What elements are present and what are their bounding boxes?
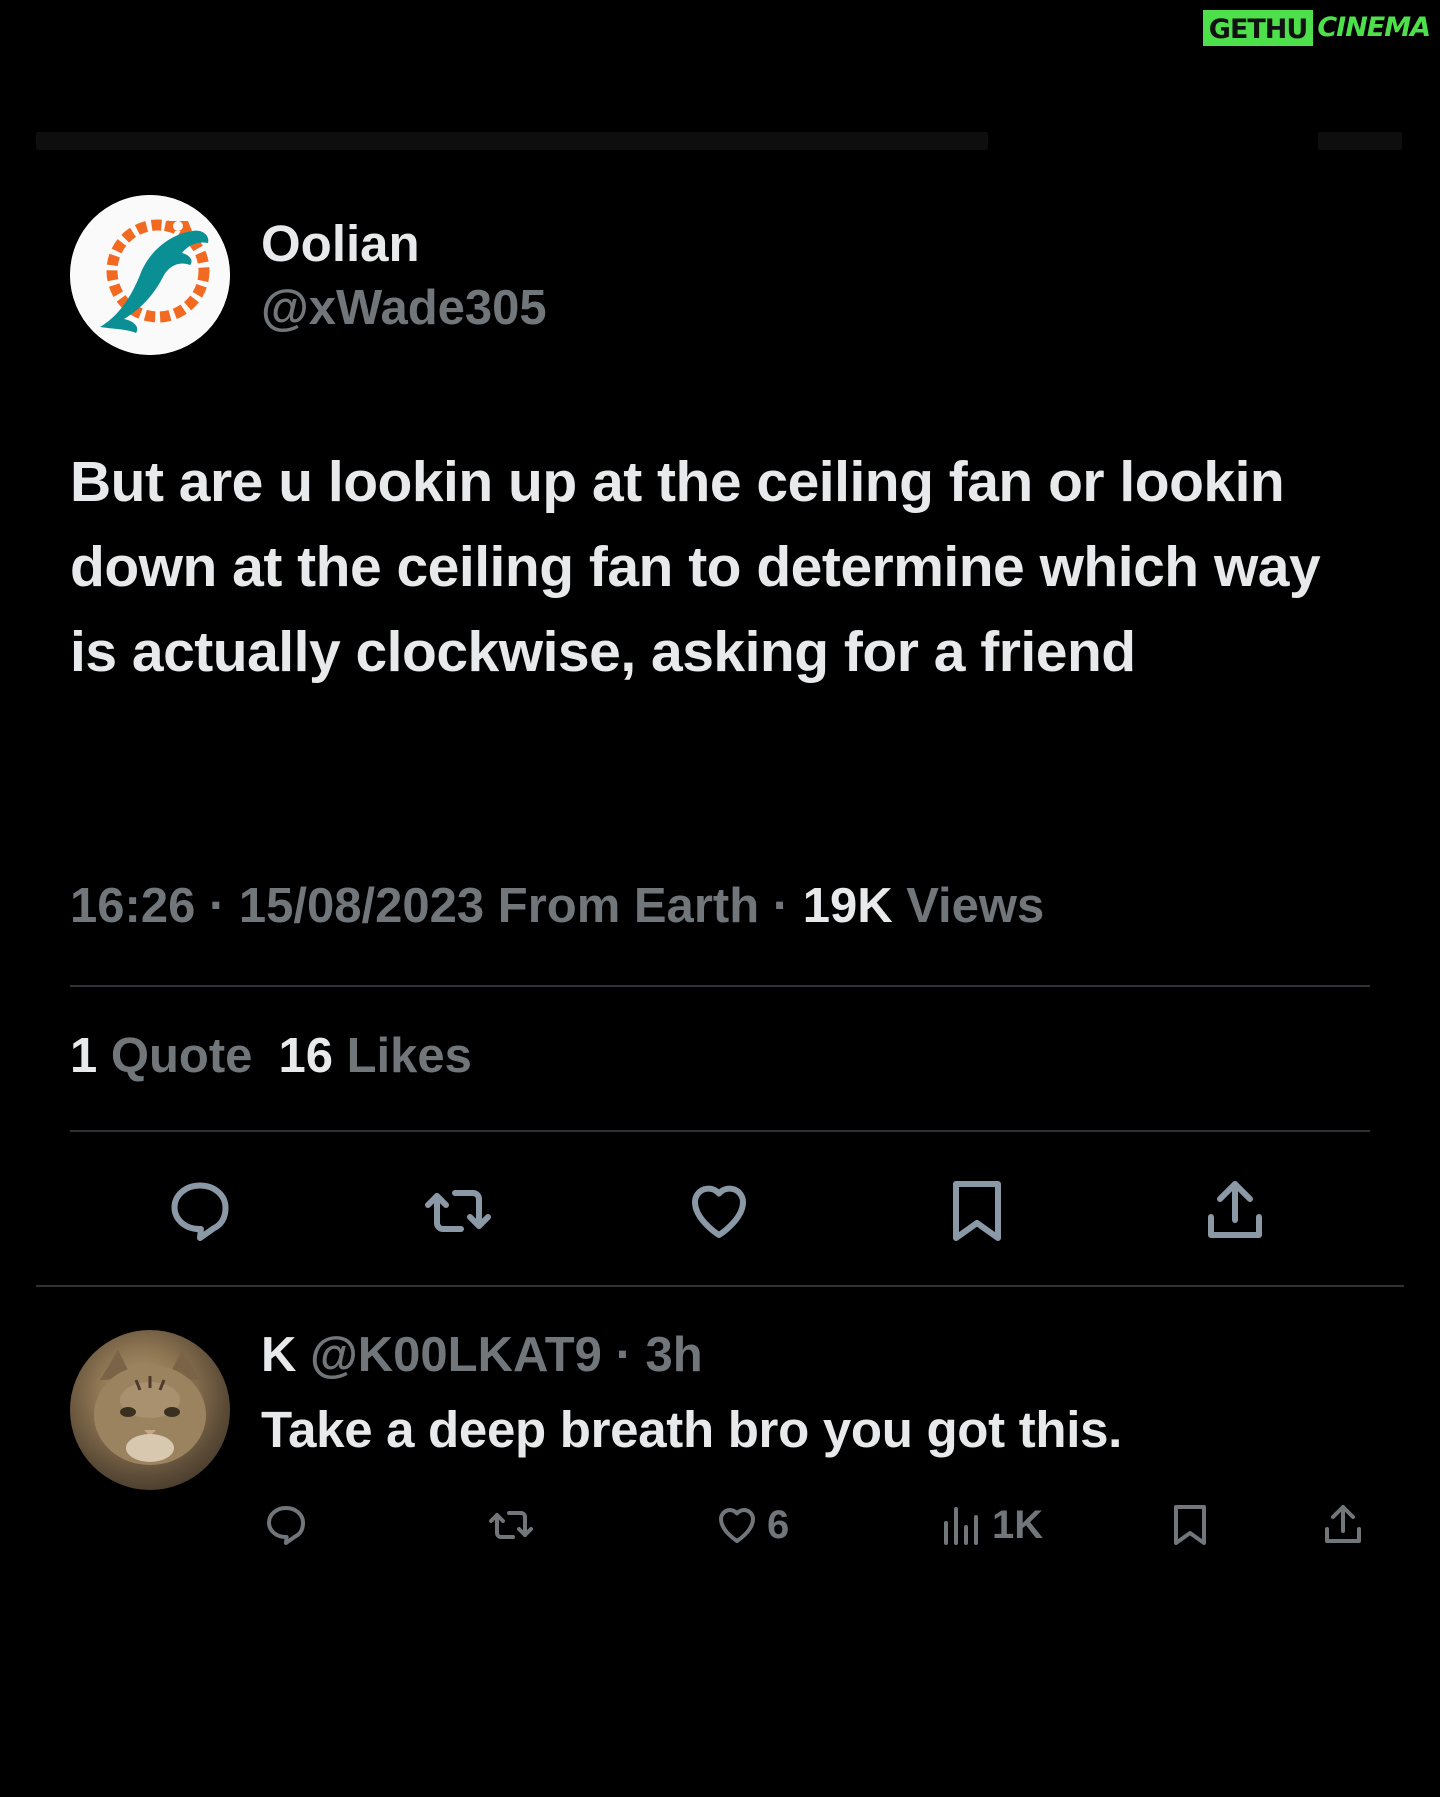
tweet-source: From Earth	[497, 879, 760, 933]
reply-bookmark-button[interactable]	[1166, 1500, 1214, 1550]
author-handle[interactable]: @xWade305	[261, 280, 547, 336]
reply-share-button[interactable]	[1319, 1500, 1367, 1550]
reply-header: K @K00LKAT9 · 3h	[261, 1327, 703, 1383]
tweet-text: But are u lookin up at the ceiling fan o…	[70, 450, 1321, 684]
reply-views-count: 1K	[992, 1502, 1044, 1547]
meta-separator: ·	[208, 879, 239, 933]
reply-views-button[interactable]: 1K	[938, 1500, 1043, 1550]
tweet-date[interactable]: 15/08/2023	[239, 879, 484, 933]
reply-icon	[267, 1506, 305, 1545]
watermark-left: GETHU	[1202, 10, 1314, 46]
reply-author-handle[interactable]: @K00LKAT9	[310, 1328, 602, 1382]
share-icon	[1208, 1181, 1262, 1238]
like-icon	[719, 1508, 755, 1543]
author-avatar[interactable]	[70, 195, 230, 355]
bookmark-icon	[953, 1181, 1001, 1241]
reply-like-button[interactable]: 6	[713, 1500, 789, 1550]
dolphin-logo-icon	[70, 195, 230, 355]
share-button[interactable]	[1197, 1173, 1273, 1249]
reply-time[interactable]: 3h	[646, 1328, 703, 1382]
divider	[70, 1130, 1370, 1132]
quotes-count: 1	[70, 1029, 98, 1083]
meta-separator: ·	[772, 879, 803, 933]
reply-reply-button[interactable]	[262, 1500, 310, 1550]
likes-stat[interactable]: 16 Likes	[278, 1029, 471, 1083]
bookmark-icon	[1174, 1505, 1206, 1545]
reply-like-count: 6	[767, 1502, 790, 1547]
watermark-right: CINEMA	[1317, 12, 1431, 43]
author-name[interactable]: Oolian	[261, 214, 420, 273]
header-bar-faded-right	[1318, 132, 1402, 150]
retweet-icon	[489, 1511, 533, 1539]
views-label: Views	[906, 879, 1045, 933]
watermark-logo: GETHU CINEMA	[1202, 10, 1434, 46]
quotes-label: Quote	[110, 1029, 253, 1083]
bookmark-button[interactable]	[939, 1173, 1015, 1249]
reply-icon	[171, 1182, 229, 1241]
retweet-button[interactable]	[420, 1173, 496, 1249]
cat-avatar-icon	[94, 1350, 206, 1465]
retweet-icon	[425, 1190, 491, 1232]
tweet-meta: 16:26 · 15/08/2023 From Earth · 19K View…	[70, 878, 1044, 934]
reply-retweet-button[interactable]	[487, 1500, 535, 1550]
header-bar-faded	[36, 132, 988, 150]
analytics-icon	[944, 1507, 978, 1545]
reply-button[interactable]	[162, 1173, 238, 1249]
tweet-stats: 1 Quote 16 Likes	[70, 1028, 472, 1084]
share-icon	[1325, 1505, 1361, 1543]
reply-text: Take a deep breath bro you got this.	[261, 1401, 1123, 1458]
like-button[interactable]	[681, 1173, 757, 1249]
meta-separator: ·	[615, 1328, 632, 1382]
likes-count: 16	[278, 1029, 333, 1083]
likes-label: Likes	[346, 1029, 472, 1083]
reply-avatar[interactable]	[70, 1330, 230, 1490]
views-count: 19K	[802, 879, 893, 933]
tweet-time[interactable]: 16:26	[70, 879, 195, 933]
divider	[70, 985, 1370, 987]
divider	[36, 1285, 1404, 1287]
reply-author-name[interactable]: K	[261, 1328, 296, 1382]
like-icon	[692, 1185, 746, 1238]
quotes-stat[interactable]: 1 Quote	[70, 1029, 252, 1083]
